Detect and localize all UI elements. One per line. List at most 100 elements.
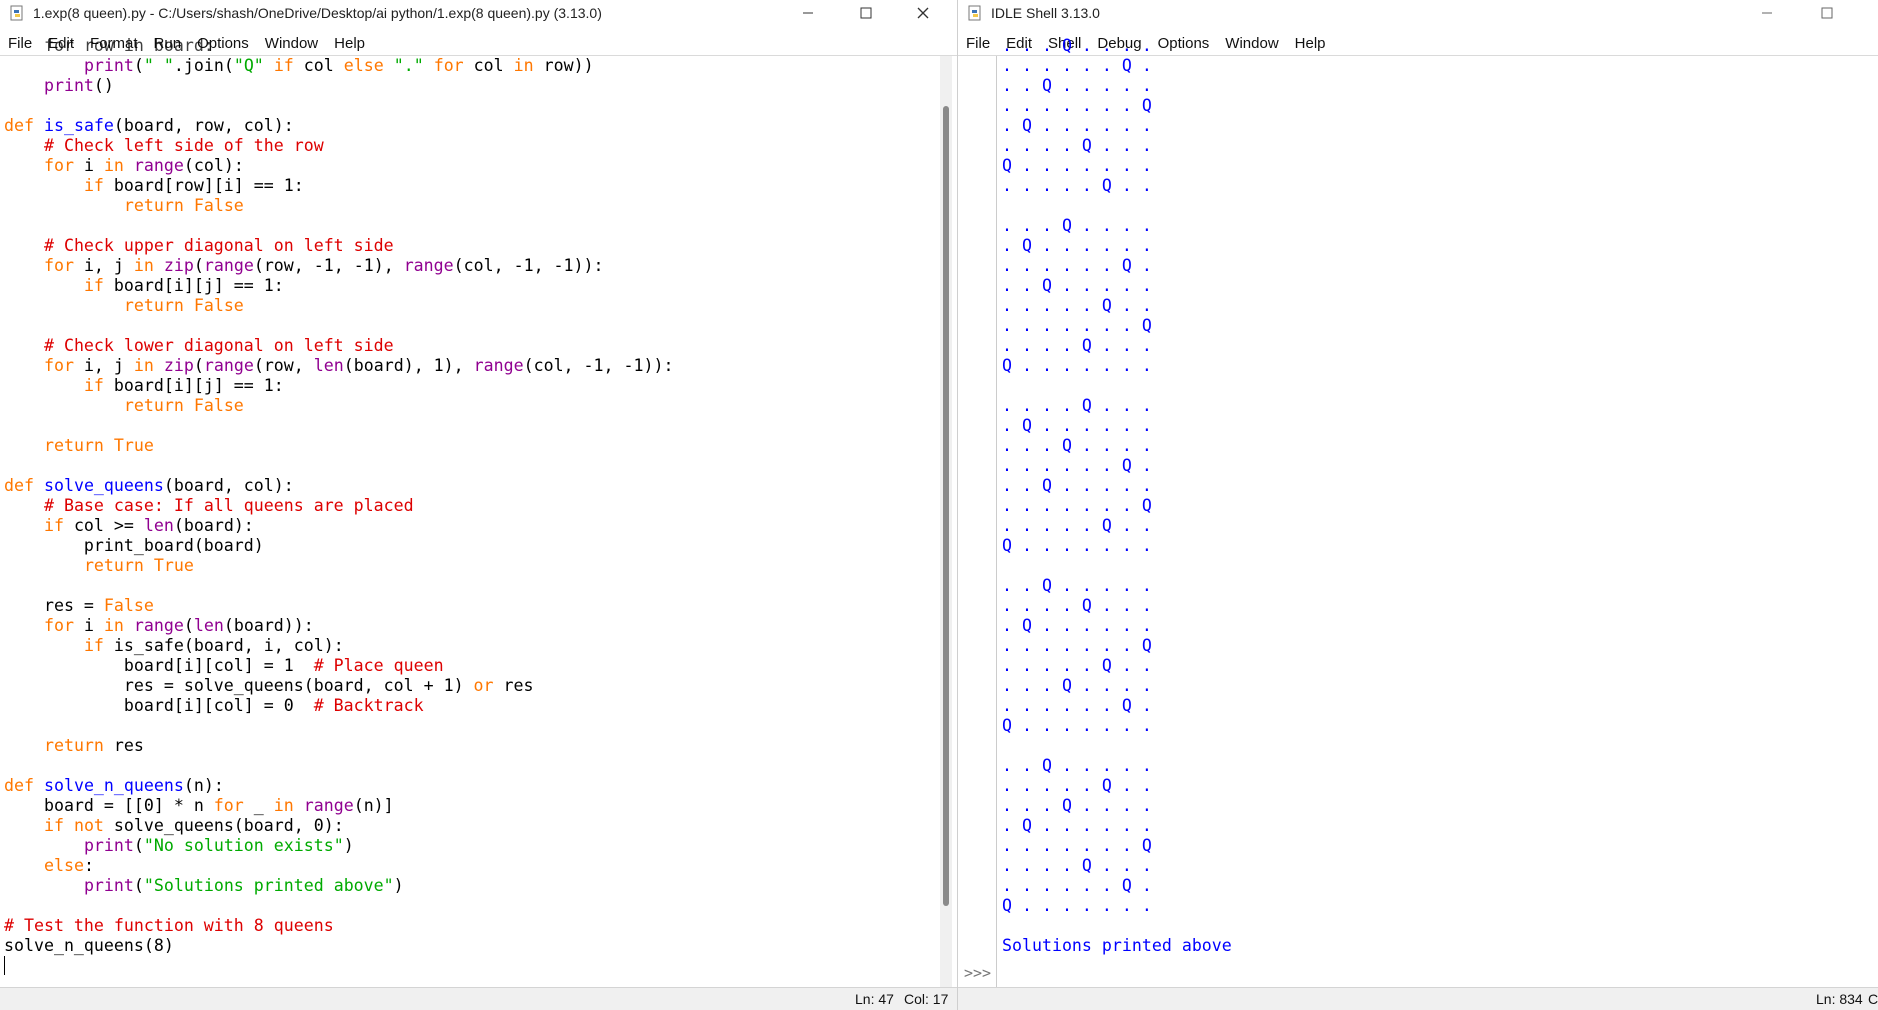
shell-output-line: . . . . . . . Q: [1002, 496, 1152, 515]
code-line: # Check left side of the row: [43, 136, 324, 155]
shell-output-line: [1002, 556, 1232, 576]
code-line: print(" ".join("Q" if col else "." for c…: [83, 56, 594, 75]
shell-output-line: . . . . . Q . .: [1002, 516, 1152, 535]
code-line: for i, j in zip(range(row, len(board), 1…: [43, 356, 674, 375]
shell-output-line: . . . Q . . . .: [1002, 36, 1152, 55]
editor-statusbar: Ln: 47 Col: 17: [0, 987, 957, 1010]
shell-minimize-button[interactable]: [1744, 0, 1790, 26]
code-line: print(): [43, 76, 114, 95]
shell-output-line: Q . . . . . . .: [1002, 896, 1152, 915]
shell-output-line: . . . . . . . Q: [1002, 836, 1152, 855]
shell-output-line: . . . . Q . . .: [1002, 136, 1152, 155]
text-cursor-line: [4, 956, 673, 976]
shell-output-line: . Q . . . . . .: [1002, 616, 1152, 635]
code-line: if not solve_queens(board, 0):: [43, 816, 344, 835]
code-line: solve_n_queens(8): [4, 936, 174, 955]
code-line: board[i][col] = 0 # Backtrack: [4, 696, 424, 715]
shell-output-line: . . . Q . . . .: [1002, 676, 1152, 695]
shell-maximize-button[interactable]: [1804, 0, 1850, 26]
code-line: # Test the function with 8 queens: [4, 916, 334, 935]
code-line: board = [[0] * n for _ in range(n)]: [4, 796, 394, 815]
editor-scrollbar-thumb[interactable]: [943, 106, 949, 906]
maximize-icon: [1821, 7, 1833, 19]
code-line: print_board(board): [4, 536, 264, 555]
editor-titlebar[interactable]: 1.exp(8 queen).py - C:/Users/shash/OneDr…: [0, 0, 957, 26]
shell-titlebar[interactable]: IDLE Shell 3.13.0: [958, 0, 1878, 26]
shell-output-line: . . . . . . Q .: [1002, 696, 1152, 715]
shell-output-line: . . . . . . Q .: [1002, 876, 1152, 895]
code-line: for i, j in zip(range(row, -1, -1), rang…: [43, 256, 604, 275]
shell-output-line: . . . . . . Q .: [1002, 56, 1152, 75]
shell-output-line: . . . . Q . . .: [1002, 856, 1152, 875]
editor-scrollbar[interactable]: [940, 56, 952, 987]
code-line: return False: [123, 196, 244, 215]
shell-output-line: . . . . . Q . .: [1002, 176, 1152, 195]
shell-window: IDLE Shell 3.13.0 File Edit Shell Debug Opti…: [958, 0, 1878, 1010]
shell-statusbar: Ln: 834 C: [958, 987, 1878, 1010]
shell-output-line: . . . . Q . . .: [1002, 596, 1152, 615]
shell-output-line: . . . . . Q . .: [1002, 296, 1152, 315]
code-line: return False: [123, 396, 244, 415]
python-shell-icon: [967, 5, 983, 21]
shell-output-line: . . . . . Q . .: [1002, 776, 1152, 795]
code-line: def solve_n_queens(n):: [4, 776, 224, 795]
close-button[interactable]: [900, 0, 946, 26]
code-line: print("Solutions printed above"): [83, 876, 404, 895]
code-line: else:: [43, 856, 94, 875]
code-line: print("No solution exists"): [83, 836, 354, 855]
maximize-button[interactable]: [843, 0, 889, 26]
text-cursor: [4, 956, 5, 975]
shell-column-indicator: C: [1868, 991, 1878, 1007]
editor-title: 1.exp(8 queen).py - C:/Users/shash/OneDr…: [33, 5, 602, 21]
code-line: return False: [123, 296, 244, 315]
shell-output-line: Q . . . . . . .: [1002, 156, 1152, 175]
shell-output-line: . . Q . . . . .: [1002, 76, 1152, 95]
shell-output-line: . . . . Q . . .: [1002, 336, 1152, 355]
shell-output-line: . . . . . . Q .: [1002, 456, 1152, 475]
shell-output-line: . Q . . . . . .: [1002, 116, 1152, 135]
shell-menu-help[interactable]: Help: [1287, 35, 1334, 52]
shell-output-line: [1002, 196, 1232, 216]
shell-prompt: >>>: [964, 964, 992, 982]
line-indicator: Ln: 47: [855, 991, 894, 1007]
shell-title: IDLE Shell 3.13.0: [991, 5, 1100, 21]
shell-output-line: Solutions printed above: [1002, 936, 1232, 955]
shell-output-line: . . . . Q . . .: [1002, 396, 1152, 415]
code-line: if col >= len(board):: [43, 516, 254, 535]
shell-output-line: . . . . . . . Q: [1002, 316, 1152, 335]
code-line: if board[row][i] == 1:: [83, 176, 304, 195]
shell-output-line: [1002, 916, 1232, 936]
code-line: if board[i][j] == 1:: [83, 276, 284, 295]
minimize-button[interactable]: [785, 0, 831, 26]
code-line: board[i][col] = 1 # Place queen: [4, 656, 444, 675]
shell-output-line: Q . . . . . . .: [1002, 536, 1152, 555]
shell-sidebar: >>>: [958, 56, 997, 987]
minimize-icon: [803, 12, 813, 14]
code-line: def solve_queens(board, col):: [4, 476, 294, 495]
python-file-icon: [9, 5, 25, 21]
code-line: for row in board:: [4, 36, 214, 55]
shell-output-line: . . Q . . . . .: [1002, 476, 1152, 495]
code-line: res = solve_queens(board, col + 1) or re…: [4, 676, 534, 695]
shell-output-line: . . Q . . . . .: [1002, 576, 1152, 595]
minimize-icon: [1762, 12, 1772, 14]
shell-output-line: . . . . . Q . .: [1002, 656, 1152, 675]
shell-line-indicator: Ln: 834: [1816, 991, 1863, 1007]
code-line: return res: [43, 736, 144, 755]
code-line: for i in range(col):: [43, 156, 244, 175]
shell-menu-file[interactable]: File: [958, 35, 998, 52]
shell-output-line: . . Q . . . . .: [1002, 756, 1152, 775]
shell-output-line: . . . . . . Q .: [1002, 256, 1152, 275]
code-editor[interactable]: for row in board: print(" ".join("Q" if …: [4, 36, 674, 976]
shell-output[interactable]: . . . Q . . . .. . . . . . Q .. . Q . . …: [1002, 36, 1232, 956]
code-line: # Check lower diagonal on left side: [43, 336, 394, 355]
code-line: return True: [83, 556, 194, 575]
code-line: for i in range(len(board)):: [43, 616, 314, 635]
editor-window: 1.exp(8 queen).py - C:/Users/shash/OneDr…: [0, 0, 958, 1010]
shell-output-line: . . . Q . . . .: [1002, 436, 1152, 455]
code-line: if is_safe(board, i, col):: [83, 636, 344, 655]
